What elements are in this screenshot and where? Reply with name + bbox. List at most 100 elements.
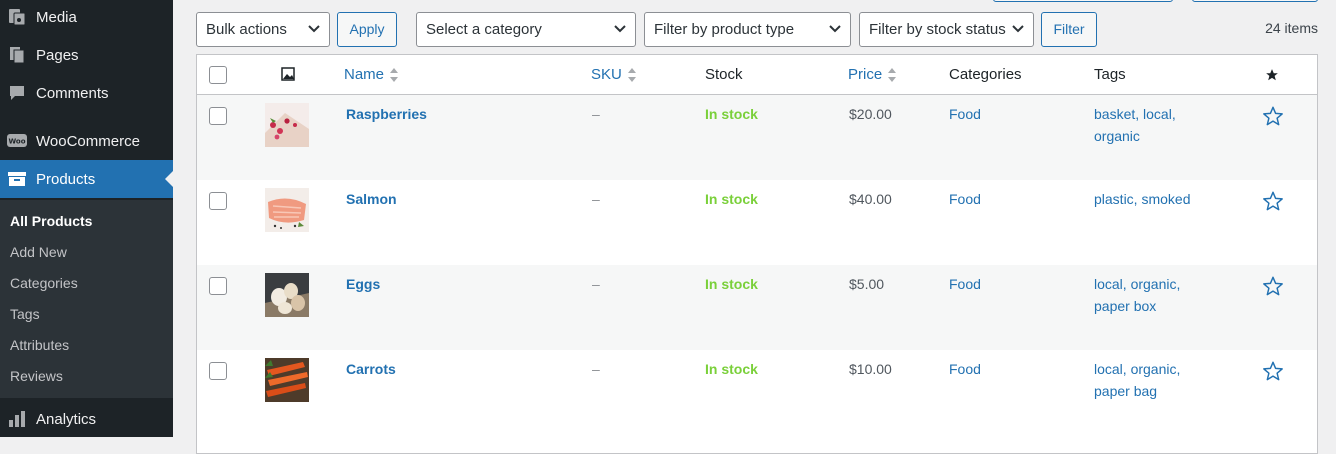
stock-status: In stock (705, 191, 758, 207)
submenu-all-products[interactable]: All Products (10, 209, 92, 233)
product-thumbnail[interactable] (265, 273, 309, 317)
menu-item-comments[interactable]: Comments (0, 74, 173, 112)
submenu-categories[interactable]: Categories (10, 271, 78, 295)
menu-item-label: Products (36, 170, 96, 188)
tags-links[interactable]: plastic, smoked (1094, 188, 1204, 210)
featured-star-icon[interactable] (1262, 275, 1284, 297)
sku-header-label: SKU (591, 66, 622, 83)
table-row: Eggs – In stock $5.00 Food local, organi… (197, 265, 1317, 350)
featured-star-icon[interactable] (1262, 360, 1284, 382)
tags-column-header: Tags (1094, 66, 1126, 83)
menu-item-media[interactable]: Media (0, 0, 173, 36)
menu-item-analytics[interactable]: Analytics (0, 400, 173, 438)
menu-item-pages[interactable]: Pages (0, 36, 173, 74)
filter-button[interactable]: Filter (1041, 12, 1097, 47)
menu-item-label: WooCommerce (36, 132, 140, 150)
row-checkbox[interactable] (209, 107, 227, 125)
product-sku: – (592, 276, 600, 292)
comments-icon (6, 82, 28, 104)
submenu-add-new[interactable]: Add New (10, 240, 67, 264)
category-select[interactable]: Select a category (416, 12, 636, 47)
menu-item-label: Analytics (36, 410, 97, 428)
tags-links[interactable]: local, organic, paper bag (1094, 358, 1204, 402)
row-checkbox[interactable] (209, 362, 227, 380)
menu-item-label: Pages (36, 46, 79, 64)
pages-icon (6, 44, 28, 66)
raspberries-image (265, 103, 309, 147)
items-count: 24 items (1265, 20, 1318, 36)
stock-status-select-value: Filter by stock status (869, 21, 1006, 38)
product-price: $20.00 (849, 106, 892, 122)
chevron-down-icon (829, 25, 841, 33)
product-type-select[interactable]: Filter by product type (644, 12, 851, 47)
product-name-link[interactable]: Eggs (346, 273, 380, 295)
bulk-actions-value: Bulk actions (206, 21, 287, 38)
row-checkbox[interactable] (209, 277, 227, 295)
category-link[interactable]: Food (949, 103, 981, 125)
category-select-value: Select a category (426, 21, 542, 38)
search-products-button[interactable] (1192, 0, 1318, 2)
tags-links[interactable]: local, organic, paper box (1094, 273, 1204, 317)
bulk-actions-select[interactable]: Bulk actions (196, 12, 330, 47)
menu-item-label: Media (36, 8, 77, 26)
woocommerce-icon: Woo (6, 130, 28, 152)
product-thumbnail[interactable] (265, 103, 309, 147)
name-column-header[interactable]: Name (344, 55, 399, 95)
salmon-image (265, 188, 309, 232)
categories-column-header: Categories (949, 66, 1022, 83)
featured-star-icon[interactable] (1262, 190, 1284, 212)
sort-icon (627, 68, 636, 83)
menu-item-products[interactable]: Products (0, 160, 173, 198)
product-price: $10.00 (849, 361, 892, 377)
product-sku: – (592, 191, 600, 207)
table-header: Name SKU Stock Price Categories Tags (197, 55, 1317, 95)
product-sku: – (592, 361, 600, 377)
product-price: $5.00 (849, 276, 885, 292)
analytics-icon (6, 408, 28, 430)
category-link[interactable]: Food (949, 358, 981, 380)
product-price: $40.00 (849, 191, 892, 207)
submenu-attributes[interactable]: Attributes (10, 333, 69, 357)
featured-star-icon[interactable] (1262, 105, 1284, 127)
sort-icon (390, 68, 399, 83)
media-icon (6, 6, 28, 28)
chevron-down-icon (308, 25, 320, 33)
table-row: Raspberries – In stock $20.00 Food baske… (197, 95, 1317, 180)
products-table: Name SKU Stock Price Categories Tags Ras… (196, 54, 1318, 454)
tags-links[interactable]: basket, local, organic (1094, 103, 1204, 147)
products-icon (6, 168, 28, 190)
chevron-down-icon (1012, 25, 1024, 33)
carrots-image (265, 358, 309, 402)
stock-status-select[interactable]: Filter by stock status (859, 12, 1034, 47)
sort-icon (888, 68, 897, 83)
category-link[interactable]: Food (949, 188, 981, 210)
apply-button[interactable]: Apply (337, 12, 397, 47)
search-input[interactable] (993, 0, 1173, 2)
category-link[interactable]: Food (949, 273, 981, 295)
table-row: Carrots – In stock $10.00 Food local, or… (197, 350, 1317, 435)
menu-item-woocommerce[interactable]: Woo WooCommerce (0, 122, 173, 160)
star-filled-icon (1266, 69, 1278, 81)
stock-column-header: Stock (705, 66, 743, 83)
submenu-reviews[interactable]: Reviews (10, 364, 63, 388)
products-submenu: All Products Add New Categories Tags Att… (0, 200, 173, 398)
select-all-checkbox[interactable] (209, 66, 227, 84)
admin-sidebar: Media Pages Comments Woo WooCommerce Pro… (0, 0, 173, 437)
stock-status: In stock (705, 361, 758, 377)
menu-item-label: Comments (36, 84, 109, 102)
product-name-link[interactable]: Raspberries (346, 103, 427, 125)
submenu-tags[interactable]: Tags (10, 302, 40, 326)
product-name-link[interactable]: Carrots (346, 358, 396, 380)
product-name-link[interactable]: Salmon (346, 188, 397, 210)
chevron-down-icon (614, 25, 626, 33)
svg-text:Woo: Woo (8, 138, 25, 146)
stock-status: In stock (705, 276, 758, 292)
row-checkbox[interactable] (209, 192, 227, 210)
product-thumbnail[interactable] (265, 358, 309, 402)
product-type-select-value: Filter by product type (654, 21, 795, 38)
price-column-header[interactable]: Price (848, 55, 897, 95)
product-thumbnail[interactable] (265, 188, 309, 232)
sku-column-header[interactable]: SKU (591, 55, 637, 95)
eggs-image (265, 273, 309, 317)
name-header-label: Name (344, 66, 385, 83)
